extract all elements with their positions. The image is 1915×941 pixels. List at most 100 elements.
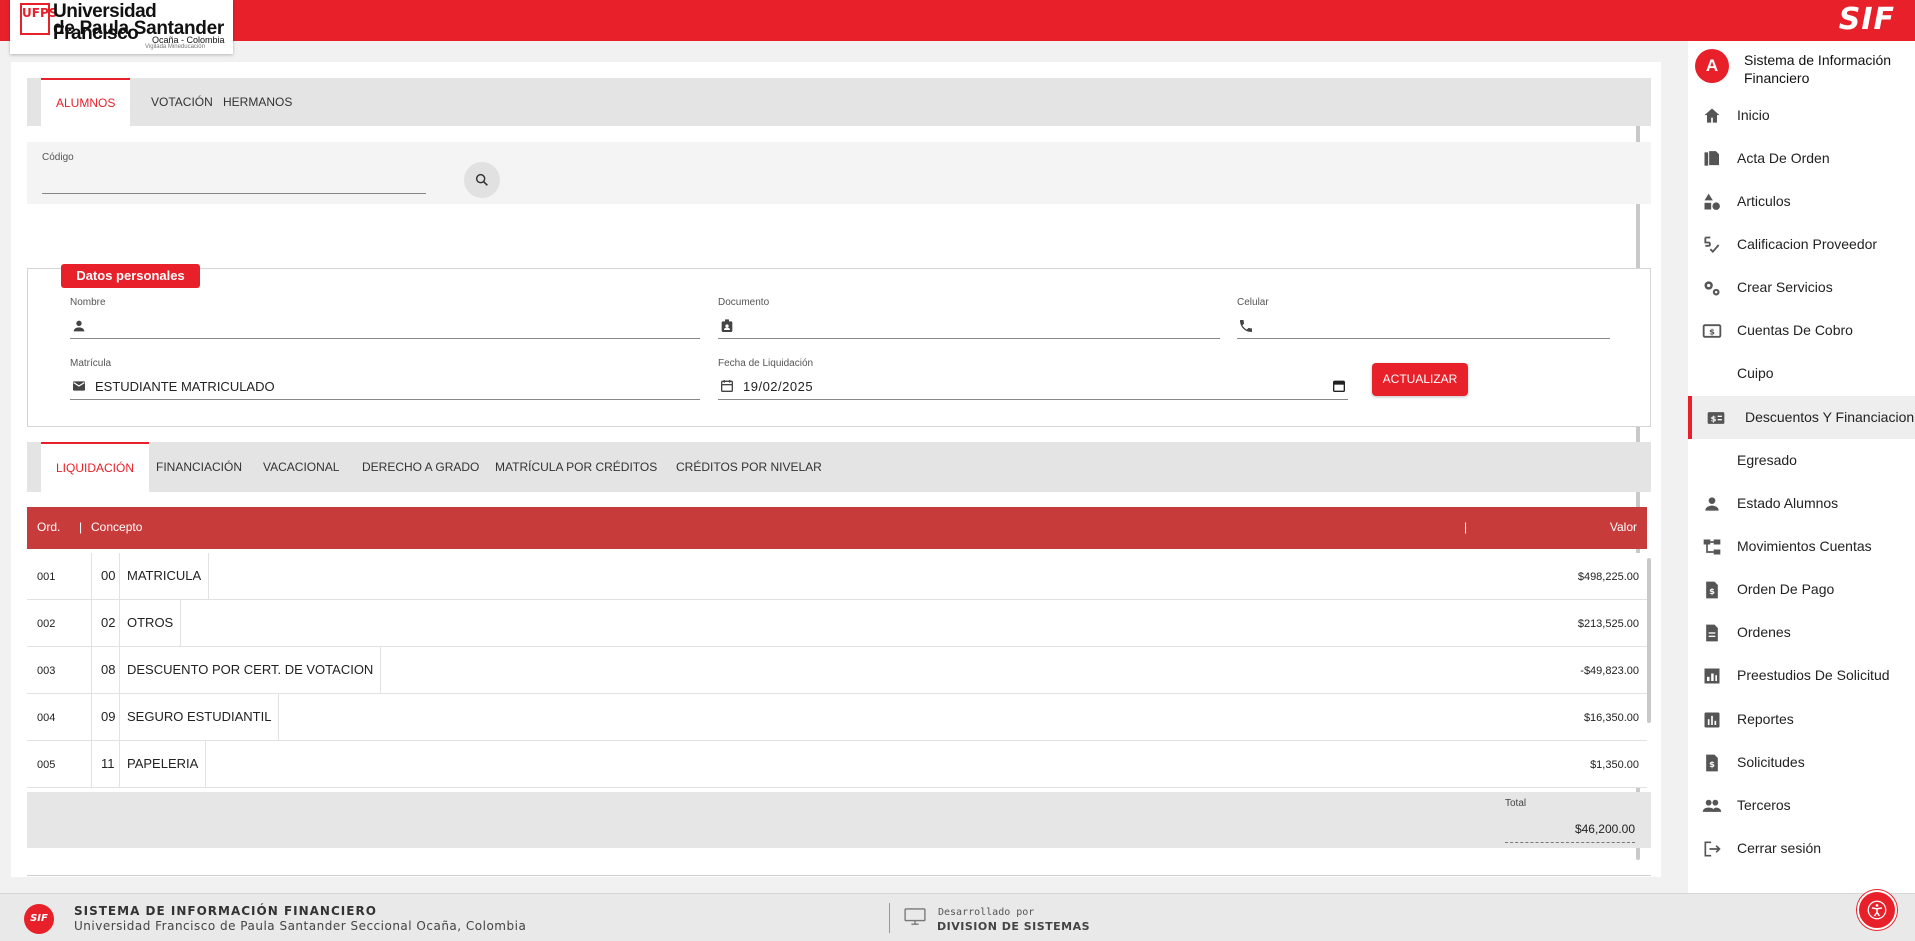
matricula-field[interactable]: ESTUDIANTE MATRICULADO bbox=[95, 379, 275, 394]
shapes-icon bbox=[1704, 193, 1720, 210]
mail-icon bbox=[73, 381, 85, 391]
header-ord[interactable]: Ord. bbox=[37, 520, 60, 534]
table-row[interactable]: 003 08 DESCUENTO POR CERT. DE VOTACION -… bbox=[27, 647, 1647, 694]
table-row[interactable]: 002 02 OTROS $213,525.00 bbox=[27, 600, 1647, 647]
report-chart-icon bbox=[1704, 668, 1720, 684]
settings-gears-icon bbox=[1704, 281, 1720, 296]
document-copy-icon bbox=[1704, 150, 1720, 167]
personal-data-section bbox=[27, 268, 1651, 427]
sidebar-item-label: Reportes bbox=[1737, 711, 1794, 727]
row-value: -$49,823.00 bbox=[1580, 665, 1639, 677]
id-badge-icon bbox=[721, 319, 733, 332]
sidebar-item-articulos[interactable]: Articulos bbox=[1688, 180, 1915, 223]
row-value: $16,350.00 bbox=[1583, 712, 1639, 724]
sidebar-item-label: Orden De Pago bbox=[1737, 581, 1835, 597]
sidebar-item-terceros[interactable]: Terceros bbox=[1688, 784, 1915, 827]
tab-derecho-a-grado[interactable]: DERECHO A GRADO bbox=[347, 442, 494, 492]
panel-bottom-divider bbox=[27, 875, 1651, 876]
phone-icon bbox=[1240, 320, 1252, 332]
row-code: 02 bbox=[91, 600, 115, 646]
sidebar-item-inicio[interactable]: Inicio bbox=[1688, 94, 1915, 137]
group-icon bbox=[1702, 799, 1722, 812]
avatar[interactable]: A bbox=[1695, 49, 1729, 83]
header-valor[interactable]: Valor bbox=[1610, 520, 1637, 534]
row-code: 00 bbox=[91, 553, 115, 599]
date-picker-icon[interactable] bbox=[1331, 378, 1347, 394]
university-logo[interactable]: UFPS Universidad Francisco de Paula Sant… bbox=[10, 0, 233, 54]
sidebar-item-solicitudes[interactable]: $ Solicitudes bbox=[1688, 741, 1915, 784]
logout-icon bbox=[1704, 841, 1721, 857]
total-label: Total bbox=[1505, 798, 1527, 809]
person-icon bbox=[73, 320, 85, 332]
celular-underline bbox=[1237, 338, 1610, 339]
table-row[interactable]: 001 00 MATRICULA $498,225.00 bbox=[27, 553, 1647, 600]
footer-title: SISTEMA DE INFORMACIÓN FINANCIERO bbox=[74, 904, 377, 918]
total-band bbox=[27, 792, 1651, 848]
row-concept: MATRICULA bbox=[119, 553, 210, 599]
sidebar-item-ordenes[interactable]: Ordenes bbox=[1688, 611, 1915, 654]
codigo-underline bbox=[42, 193, 426, 194]
tab-alumnos[interactable]: ALUMNOS bbox=[41, 78, 131, 126]
tab-creditos-por-nivelar[interactable]: CRÉDITOS POR NIVELAR bbox=[661, 442, 837, 492]
sidebar-item-calificacion-proveedor[interactable]: Calificacion Proveedor bbox=[1688, 223, 1915, 266]
tab-matricula-por-creditos[interactable]: MATRÍCULA POR CRÉDITOS bbox=[480, 442, 672, 492]
sidebar-item-label: Acta De Orden bbox=[1737, 150, 1830, 166]
documento-label: Documento bbox=[718, 297, 770, 308]
sidebar-item-crear-servicios[interactable]: Crear Servicios bbox=[1688, 266, 1915, 309]
matricula-underline bbox=[70, 399, 700, 400]
update-button[interactable]: ACTUALIZAR bbox=[1372, 363, 1468, 396]
table-header: Ord. | Concepto | Valor bbox=[27, 507, 1647, 549]
accessibility-button[interactable] bbox=[1857, 890, 1897, 930]
sidebar-item-descuentos-y-financiacion[interactable]: $ Descuentos Y Financiacion D bbox=[1688, 396, 1915, 439]
row-concept: SEGURO ESTUDIANTIL bbox=[119, 694, 280, 740]
row-concept: PAPELERIA bbox=[119, 741, 207, 787]
money-discount-icon: $ bbox=[1707, 412, 1725, 424]
table-row[interactable]: 005 11 PAPELERIA $1,350.00 bbox=[27, 741, 1647, 788]
header-concepto[interactable]: Concepto bbox=[91, 520, 142, 534]
fecha-liquidacion-input[interactable]: 19/02/2025 bbox=[743, 379, 813, 394]
top-bar bbox=[0, 0, 1915, 41]
logo-vigilance: Vigilada Mineducación bbox=[145, 44, 205, 50]
tab-financiacion[interactable]: FINANCIACIÓN bbox=[141, 442, 257, 492]
table-scrollbar[interactable] bbox=[1647, 558, 1651, 723]
search-button[interactable] bbox=[464, 162, 500, 198]
money-request-icon: $ bbox=[1706, 754, 1718, 772]
sidebar-item-cuipo[interactable]: Cuipo bbox=[1688, 352, 1915, 395]
accessibility-icon bbox=[1867, 900, 1887, 920]
sidebar-item-label: Articulos bbox=[1737, 193, 1791, 209]
sidebar-item-cuentas-de-cobro[interactable]: $ Cuentas De Cobro bbox=[1688, 309, 1915, 352]
student-tabs: ALUMNOS VOTACIÓN HERMANOS bbox=[27, 78, 1651, 126]
sidebar-item-label: Crear Servicios bbox=[1737, 279, 1833, 295]
sidebar-item-cerrar-sesion[interactable]: Cerrar sesión bbox=[1688, 827, 1915, 870]
matricula-label: Matrícula bbox=[70, 358, 112, 369]
row-concept: DESCUENTO POR CERT. DE VOTACION bbox=[119, 647, 382, 693]
row-value: $498,225.00 bbox=[1577, 571, 1639, 583]
rating-check-icon bbox=[1704, 236, 1720, 254]
row-value: $213,525.00 bbox=[1577, 618, 1639, 630]
tab-liquidacion[interactable]: LIQUIDACIÓN bbox=[41, 442, 150, 492]
sidebar-item-egresado[interactable]: Egresado bbox=[1688, 439, 1915, 482]
row-code: 09 bbox=[91, 694, 115, 740]
sidebar-item-preestudios-de-solicitud[interactable]: Preestudios De Solicitud bbox=[1688, 654, 1915, 697]
sidebar-item-estado-alumnos[interactable]: Estado Alumnos bbox=[1688, 482, 1915, 525]
tab-hermanos[interactable]: HERMANOS bbox=[208, 78, 307, 126]
svg-text:$: $ bbox=[1709, 586, 1715, 596]
sidebar-item-acta-de-orden[interactable]: Acta De Orden bbox=[1688, 137, 1915, 180]
tab-vacacional[interactable]: VACACIONAL bbox=[248, 442, 354, 492]
liquidation-tabs: LIQUIDACIÓN FINANCIACIÓN VACACIONAL DERE… bbox=[27, 442, 1651, 492]
sidebar-item-reportes[interactable]: Reportes bbox=[1688, 698, 1915, 741]
row-ord: 002 bbox=[37, 618, 56, 630]
table-row[interactable]: 004 09 SEGURO ESTUDIANTIL $16,350.00 bbox=[27, 694, 1647, 741]
footer-dev-name: DIVISION DE SISTEMAS bbox=[937, 920, 1091, 933]
codigo-input[interactable] bbox=[42, 170, 426, 190]
sidebar-item-label: Preestudios De Solicitud bbox=[1737, 667, 1890, 683]
row-concept: OTROS bbox=[119, 600, 182, 646]
sidebar-item-movimientos-cuentas[interactable]: Movimientos Cuentas bbox=[1688, 525, 1915, 568]
sidebar-item-label: Movimientos Cuentas bbox=[1737, 538, 1872, 554]
account-tree-icon bbox=[1703, 539, 1721, 555]
personal-data-legend: Datos personales bbox=[61, 264, 200, 288]
codigo-label: Código bbox=[42, 152, 74, 163]
app-short-name: SIF bbox=[1838, 2, 1895, 37]
sidebar-item-orden-de-pago[interactable]: $ Orden De Pago bbox=[1688, 568, 1915, 611]
footer-logo: SIF bbox=[24, 904, 54, 934]
